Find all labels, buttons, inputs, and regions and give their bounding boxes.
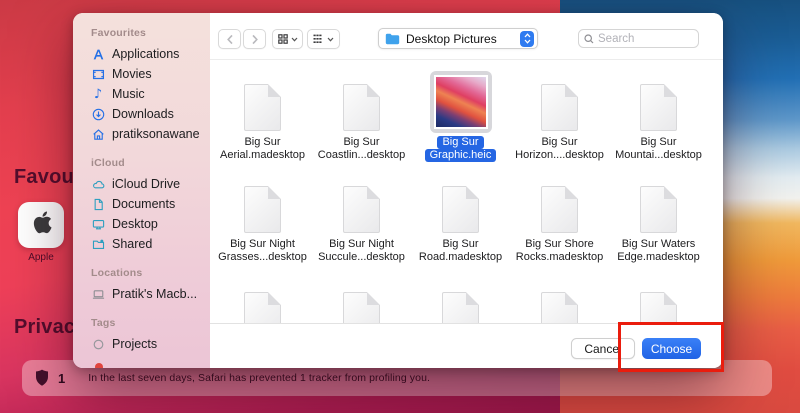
document-file-icon (541, 186, 578, 233)
document-file-icon (343, 84, 380, 131)
icon-view-button[interactable] (272, 29, 303, 49)
grid-view-icon (278, 34, 288, 44)
file-item[interactable] (312, 264, 411, 323)
tracker-count: 1 (58, 371, 65, 386)
sidebar-item-applications[interactable]: Applications (91, 44, 200, 64)
document-file-icon (640, 186, 677, 233)
group-view-icon (313, 34, 324, 44)
privacy-message: In the last seven days, Safari has preve… (88, 372, 430, 384)
folder-icon (385, 33, 400, 45)
dropdown-stepper-icon (520, 31, 534, 47)
sidebar-section-favourites: Favourites (91, 27, 200, 39)
document-file-icon (343, 186, 380, 233)
file-item[interactable] (609, 264, 708, 323)
downloads-icon (91, 107, 105, 121)
sidebar-section-locations: Locations (91, 267, 200, 279)
document-file-icon (244, 292, 281, 323)
big-sur-graphic-thumbnail (436, 77, 486, 127)
file-item-selected[interactable]: Big SurGraphic.heic (411, 60, 510, 162)
file-item[interactable]: Big SurMountai...desktop (609, 60, 708, 162)
document-file-icon (640, 84, 677, 131)
sidebar-item-home[interactable]: pratiksonawane (91, 124, 200, 144)
file-item[interactable] (510, 264, 609, 323)
laptop-icon (91, 287, 105, 301)
forward-button[interactable] (243, 29, 266, 49)
cloud-icon (91, 177, 105, 191)
home-icon (91, 127, 105, 141)
shield-icon (34, 369, 50, 388)
search-field[interactable] (578, 29, 699, 48)
sidebar-item-desktop[interactable]: Desktop (91, 214, 200, 234)
chevron-down-icon (291, 37, 298, 42)
document-icon (91, 197, 105, 211)
apple-bookmark-label: Apple (10, 252, 72, 263)
finder-sidebar: Favourites Applications Movies ♪ Music D… (73, 13, 210, 368)
file-item[interactable]: Big SurCoastlin...desktop (312, 60, 411, 162)
sidebar-item-downloads[interactable]: Downloads (91, 104, 200, 124)
apple-logo-icon (29, 208, 54, 242)
file-item[interactable] (411, 264, 510, 323)
annotation-highlight-rectangle (618, 322, 724, 372)
location-dropdown-label: Desktop Pictures (406, 32, 520, 46)
back-button[interactable] (218, 29, 241, 49)
search-icon (584, 34, 594, 44)
sidebar-section-icloud: iCloud (91, 157, 200, 169)
chevron-left-icon (226, 34, 234, 45)
file-item[interactable]: Big SurRoad.madesktop (411, 162, 510, 264)
dialog-main-area: Desktop Pictures Big SurAerial.madesktop (210, 13, 723, 368)
chevron-right-icon (251, 34, 259, 45)
document-file-icon (244, 186, 281, 233)
group-view-button[interactable] (307, 29, 340, 49)
file-item[interactable]: Big Sur NightGrasses...desktop (213, 162, 312, 264)
file-item[interactable]: Big Sur NightSuccule...desktop (312, 162, 411, 264)
sidebar-item-documents[interactable]: Documents (91, 194, 200, 214)
file-item[interactable]: Big SurHorizon....desktop (510, 60, 609, 162)
search-input[interactable] (598, 33, 693, 45)
tag-circle-icon (91, 337, 105, 351)
sidebar-item-projects-tag[interactable]: Projects (91, 334, 200, 354)
file-item[interactable] (213, 264, 312, 323)
document-file-icon (244, 84, 281, 131)
document-file-icon (541, 292, 578, 323)
red-tag-dot (95, 363, 103, 368)
dialog-toolbar: Desktop Pictures (210, 13, 723, 60)
sidebar-item-macbook[interactable]: Pratik's Macb... (91, 284, 200, 304)
sidebar-item-icloud-drive[interactable]: iCloud Drive (91, 174, 200, 194)
file-open-dialog: Favourites Applications Movies ♪ Music D… (73, 13, 723, 368)
location-dropdown[interactable]: Desktop Pictures (378, 28, 538, 49)
shared-folder-icon (91, 237, 105, 251)
sidebar-item-music[interactable]: ♪ Music (91, 84, 200, 104)
apple-bookmark-tile[interactable] (18, 202, 64, 248)
screen: Favourites Apple Privacy 1 In the last s… (0, 0, 800, 413)
desktop-icon (91, 217, 105, 231)
music-icon: ♪ (91, 87, 105, 101)
document-file-icon (442, 186, 479, 233)
movies-icon (91, 67, 105, 81)
file-item[interactable]: Big Sur WatersEdge.madesktop (609, 162, 708, 264)
document-file-icon (640, 292, 677, 323)
file-item[interactable]: Big Sur ShoreRocks.madesktop (510, 162, 609, 264)
sidebar-item-movies[interactable]: Movies (91, 64, 200, 84)
file-item[interactable]: Big SurAerial.madesktop (213, 60, 312, 162)
document-file-icon (343, 292, 380, 323)
sidebar-item-shared[interactable]: Shared (91, 234, 200, 254)
document-file-icon (541, 84, 578, 131)
applications-icon (91, 47, 105, 61)
chevron-down-icon (327, 37, 334, 42)
file-browser-area[interactable]: Big SurAerial.madesktop Big SurCoastlin.… (210, 60, 723, 323)
selected-thumbnail (430, 71, 492, 133)
document-file-icon (442, 292, 479, 323)
sidebar-section-tags: Tags (91, 317, 200, 329)
